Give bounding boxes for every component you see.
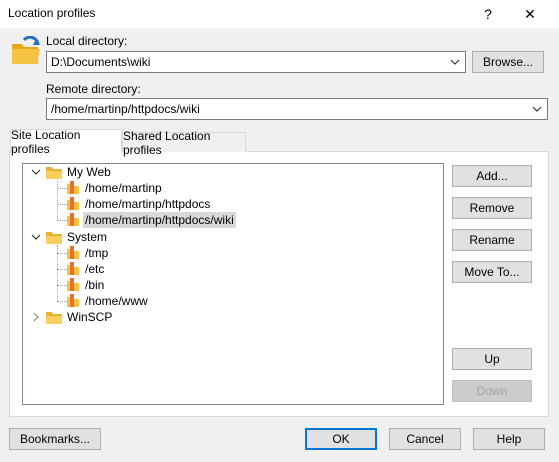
tree-item-selected[interactable]: /home/martinp/httpdocs/wiki	[66, 212, 236, 228]
tree-item[interactable]: /tmp	[66, 245, 110, 261]
tree-item[interactable]: /home/martinp/httpdocs	[66, 196, 212, 212]
tree-item[interactable]: /home/www	[66, 293, 150, 309]
bookmarks-button[interactable]: Bookmarks...	[9, 428, 101, 450]
location-bookmark-icon	[67, 246, 79, 259]
tree-item-label: /home/martinp	[85, 181, 162, 195]
chevron-down-icon[interactable]	[31, 167, 41, 177]
location-bookmark-icon	[67, 262, 79, 275]
tree-item-label: /tmp	[85, 246, 109, 260]
tree-item-label: /home/www	[85, 294, 148, 308]
tree-group-my-web[interactable]: My Web	[46, 164, 113, 180]
location-bookmark-icon	[67, 294, 79, 307]
remote-directory-label: Remote directory:	[46, 82, 141, 96]
tab-shared-location-profiles[interactable]: Shared Location profiles	[122, 129, 246, 157]
chevron-right-icon[interactable]	[31, 312, 41, 322]
tree-group-winscp[interactable]: WinSCP	[46, 309, 114, 325]
tree-item[interactable]: /bin	[66, 277, 106, 293]
tree-group-label: My Web	[67, 165, 111, 179]
help-button[interactable]: Help	[473, 428, 545, 450]
cancel-button[interactable]: Cancel	[389, 428, 461, 450]
browse-button[interactable]: Browse...	[472, 51, 544, 73]
close-button[interactable]: ✕	[512, 0, 548, 28]
location-bookmark-icon	[67, 197, 79, 210]
window-title: Location profiles	[8, 6, 96, 20]
location-bookmark-icon	[67, 278, 79, 291]
tree-item[interactable]: /home/martinp	[66, 180, 164, 196]
folder-icon	[46, 311, 62, 324]
chevron-down-icon[interactable]	[449, 55, 461, 69]
add-button[interactable]: Add...	[452, 165, 532, 187]
tree-item-label: /etc	[85, 262, 105, 276]
tree-group-label: System	[67, 230, 108, 244]
rename-button[interactable]: Rename	[452, 229, 532, 251]
tree-item-label: /home/martinp/httpdocs/wiki	[83, 212, 236, 228]
location-bookmark-icon	[67, 181, 79, 194]
folder-icon	[46, 166, 62, 179]
ok-button[interactable]: OK	[305, 428, 377, 450]
tree-item-label: /home/martinp/httpdocs	[85, 197, 211, 211]
tree-guide-line	[57, 180, 58, 221]
folder-sync-icon	[12, 36, 40, 64]
tree-item-label: /bin	[85, 278, 105, 292]
local-directory-label: Local directory:	[46, 34, 128, 48]
tree-group-system[interactable]: System	[46, 229, 109, 245]
remote-directory-combo[interactable]: /home/martinp/httpdocs/wiki	[46, 98, 548, 120]
down-button[interactable]: Down	[452, 380, 532, 402]
local-directory-value: D:\Documents\wiki	[51, 55, 151, 69]
chevron-down-icon[interactable]	[531, 102, 543, 116]
tree-group-label: WinSCP	[67, 310, 113, 324]
chevron-down-icon[interactable]	[31, 232, 41, 242]
up-button[interactable]: Up	[452, 348, 532, 370]
tab-site-location-profiles[interactable]: Site Location profiles	[10, 128, 122, 156]
move-to-button[interactable]: Move To...	[452, 261, 532, 283]
local-directory-combo[interactable]: D:\Documents\wiki	[46, 51, 466, 73]
location-bookmark-icon	[67, 213, 79, 226]
tree-item[interactable]: /etc	[66, 261, 106, 277]
remove-button[interactable]: Remove	[452, 197, 532, 219]
remote-directory-value: /home/martinp/httpdocs/wiki	[51, 102, 200, 116]
help-title-button[interactable]: ?	[470, 0, 506, 28]
folder-icon	[46, 231, 62, 244]
